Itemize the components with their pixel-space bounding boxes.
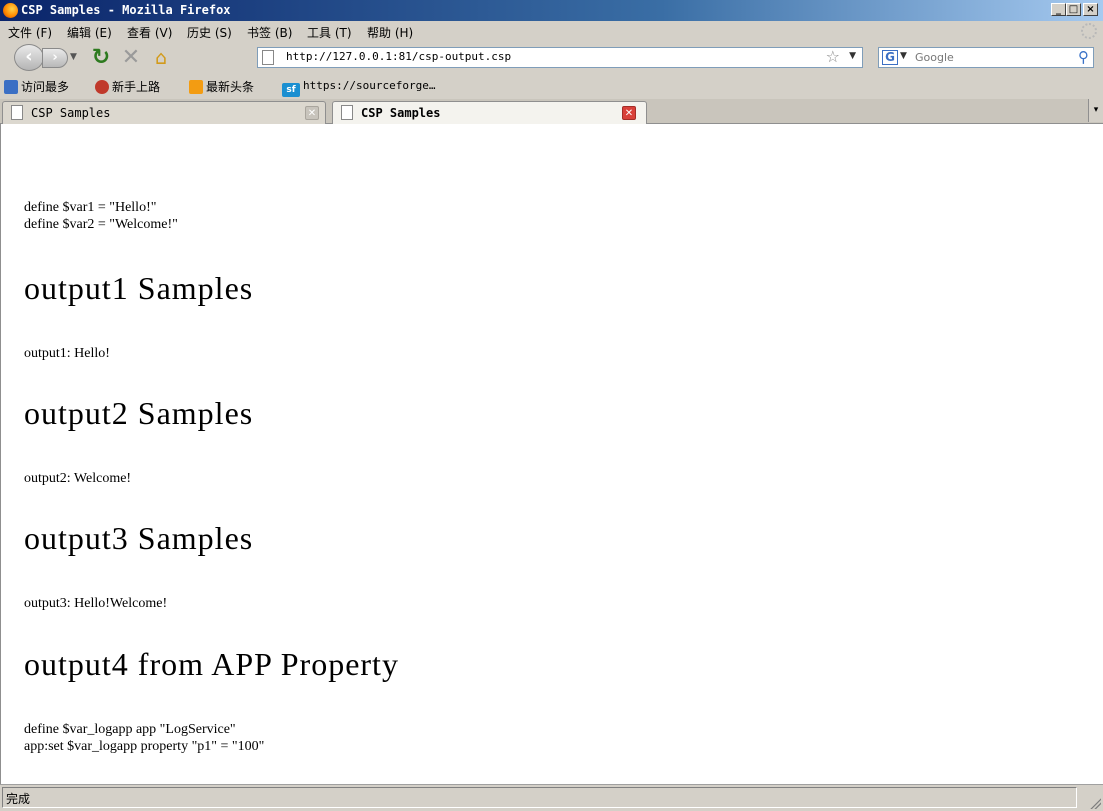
search-box[interactable]: G ▼ ⚲ [878, 47, 1094, 68]
page-icon [262, 50, 274, 65]
maximize-button[interactable]: □ [1066, 3, 1081, 16]
window-title: CSP Samples - Mozilla Firefox [21, 3, 231, 17]
bookmark-latest-headlines[interactable]: 最新头条 [189, 78, 254, 95]
search-input[interactable] [915, 50, 1065, 65]
tab-close-icon[interactable]: ✕ [305, 106, 319, 120]
close-button[interactable]: × [1083, 3, 1098, 16]
tab-label: CSP Samples [31, 106, 111, 120]
menu-bookmarks[interactable]: 书签 (B) [247, 24, 292, 41]
menu-bar: 文件 (F) 编辑 (E) 查看 (V) 历史 (S) 书签 (B) 工具 (T… [0, 21, 1103, 43]
title-bar: CSP Samples - Mozilla Firefox _ □ × [0, 0, 1103, 21]
tab-close-icon[interactable]: ✕ [622, 106, 636, 120]
section-output: output1: Hello! [24, 346, 110, 361]
history-dropdown-icon[interactable]: ▼ [70, 52, 77, 62]
page-content: define $var1 = "Hello!" define $var2 = "… [0, 124, 1103, 784]
menu-edit[interactable]: 编辑 (E) [67, 24, 112, 41]
menu-history[interactable]: 历史 (S) [187, 24, 232, 41]
status-pane [2, 787, 1077, 808]
section-output: output2: Welcome! [24, 471, 132, 486]
reload-button[interactable]: ↻ [90, 47, 112, 69]
bookmark-sourceforge[interactable]: sf https://sourceforge… [282, 78, 435, 97]
page-icon [341, 105, 353, 120]
bookmark-label: https://sourceforge… [303, 79, 436, 92]
resize-grip-icon[interactable] [1089, 797, 1101, 809]
back-button[interactable]: ‹ [14, 44, 44, 71]
section-heading: output2 Samples [24, 395, 254, 431]
engine-dropdown-icon[interactable]: ▼ [900, 51, 907, 61]
bookmark-label: 新手上路 [112, 80, 161, 94]
firefox-logo-icon [3, 3, 18, 18]
bookmark-label: 最新头条 [206, 80, 255, 94]
bookmark-most-visited[interactable]: 访问最多 [4, 78, 69, 95]
section-output: define $var_logapp app "LogService" [24, 722, 236, 737]
menu-help[interactable]: 帮助 (H) [367, 24, 413, 41]
getting-started-icon [95, 80, 109, 94]
tab-csp-samples-1[interactable]: CSP Samples ✕ [2, 101, 326, 124]
minimize-button[interactable]: _ [1051, 3, 1066, 16]
tab-label: CSP Samples [361, 106, 441, 120]
page-icon [11, 105, 23, 120]
menu-view[interactable]: 查看 (V) [127, 24, 172, 41]
forward-button[interactable]: › [42, 48, 68, 68]
url-bar[interactable]: http://127.0.0.1:81/csp-output.csp ☆ ▼ [257, 47, 863, 68]
navigation-toolbar: ‹ › ▼ ↻ ✕ ⌂ http://127.0.0.1:81/csp-outp… [0, 42, 1103, 74]
intro-line: define $var2 = "Welcome!" [24, 217, 178, 232]
throbber-icon [1081, 23, 1097, 39]
rss-feed-icon [189, 80, 203, 94]
section-heading: output3 Samples [24, 520, 254, 556]
section-output: app:set $var_logapp property "p1" = "100… [24, 739, 265, 754]
section-output: output3: Hello!Welcome! [24, 596, 168, 611]
menu-file[interactable]: 文件 (F) [8, 24, 52, 41]
google-engine-icon[interactable]: G [882, 50, 898, 65]
home-button[interactable]: ⌂ [150, 47, 172, 69]
url-dropdown-icon[interactable]: ▼ [849, 51, 856, 61]
intro-line: define $var1 = "Hello!" [24, 200, 157, 215]
most-visited-icon [4, 80, 18, 94]
menu-tools[interactable]: 工具 (T) [307, 24, 352, 41]
section-heading: output1 Samples [24, 270, 254, 306]
status-bar: 完成 [0, 784, 1103, 811]
bookmarks-toolbar: 访问最多 新手上路 最新头条 sf https://sourceforge… [0, 73, 1103, 100]
status-text: 完成 [6, 792, 31, 806]
sourceforge-icon: sf [282, 83, 300, 97]
bookmark-label: 访问最多 [21, 80, 70, 94]
search-magnifier-icon[interactable]: ⚲ [1078, 48, 1089, 66]
section-heading: output4 from APP Property [24, 646, 399, 682]
bookmark-getting-started[interactable]: 新手上路 [95, 78, 160, 95]
stop-button[interactable]: ✕ [120, 47, 142, 69]
tab-strip: CSP Samples ✕ CSP Samples ✕ ▾ [0, 99, 1103, 125]
bookmark-star-icon[interactable]: ☆ [826, 47, 840, 66]
url-text[interactable]: http://127.0.0.1:81/csp-output.csp [286, 50, 511, 63]
list-all-tabs-icon[interactable]: ▾ [1088, 99, 1103, 122]
tab-csp-samples-2[interactable]: CSP Samples ✕ [332, 101, 647, 125]
